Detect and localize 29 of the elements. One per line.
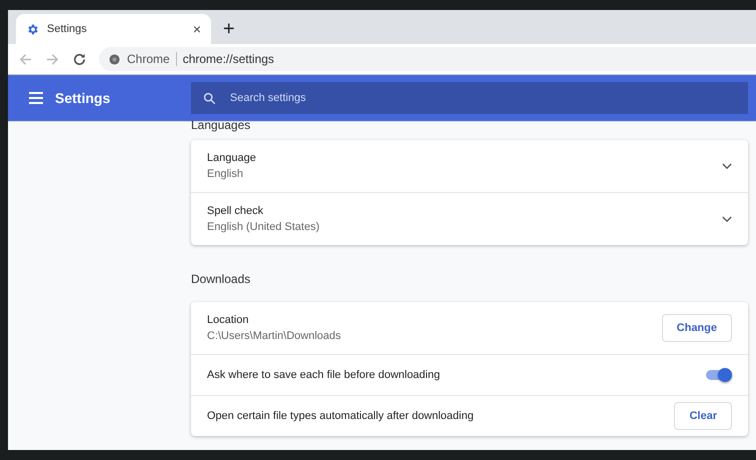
reload-icon[interactable]	[72, 52, 87, 66]
setting-label: Location	[207, 314, 250, 326]
tab-title: Settings	[47, 23, 88, 35]
action-button[interactable]: Change	[662, 314, 732, 342]
search-icon	[203, 92, 216, 105]
url-text: chrome://settings	[182, 52, 274, 66]
gear-icon	[26, 22, 39, 36]
close-tab-button[interactable]: ×	[190, 21, 203, 37]
section-heading: Downloads	[191, 271, 252, 288]
search-field[interactable]: Search settings	[191, 82, 748, 114]
browser-tab[interactable]: Settings ×	[16, 14, 211, 44]
toggle-switch[interactable]	[706, 368, 732, 382]
chevron-icon[interactable]	[722, 216, 732, 222]
setting-label: Ask where to save each file before downloading	[207, 369, 441, 381]
site-name: Chrome	[127, 52, 170, 66]
chevron-icon[interactable]	[722, 162, 732, 170]
setting-label: Open certain file types automatically after downloading	[207, 410, 475, 422]
setting-value: English (United States)	[207, 221, 320, 233]
setting-label: Spell check	[207, 205, 264, 217]
section-heading: Languages	[191, 118, 252, 134]
page-title: Settings	[55, 90, 110, 106]
setting-value: English	[207, 168, 244, 180]
action-button[interactable]: Clear	[674, 402, 732, 430]
menu-icon[interactable]	[29, 92, 43, 104]
setting-label: Language	[207, 152, 257, 164]
address-bar[interactable]: Chrome chrome://settings	[99, 47, 756, 71]
setting-value: C:\Users\Martin\Downloads	[207, 330, 342, 342]
site-icon	[109, 54, 120, 64]
new-tab-button[interactable]: +	[219, 18, 239, 40]
